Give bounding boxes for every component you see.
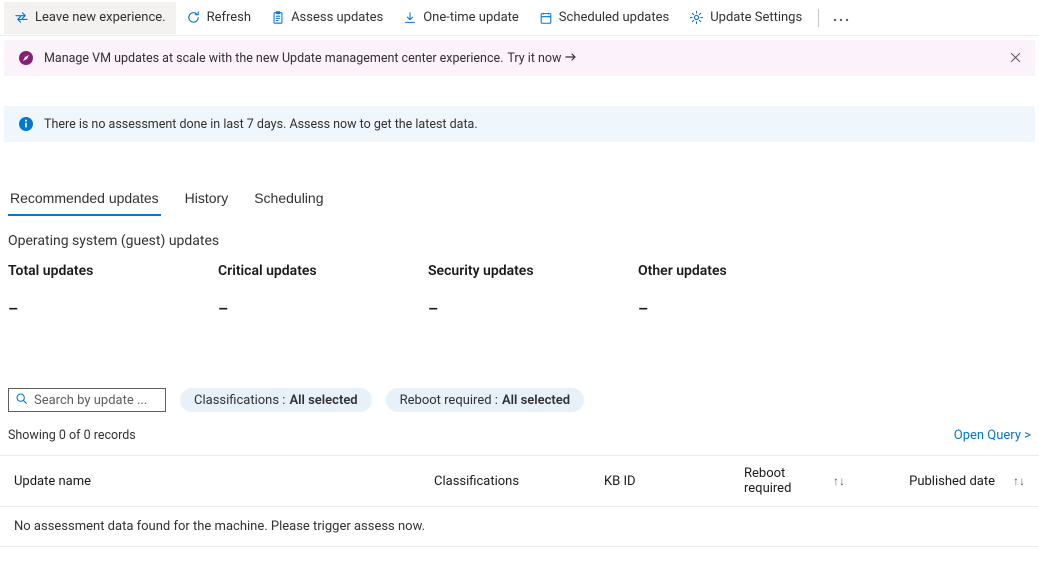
reboot-filter-label: Reboot required : [400, 393, 498, 408]
stat-total: Total updates – [8, 263, 218, 318]
settings-label: Update Settings [710, 10, 802, 25]
search-box[interactable] [8, 388, 166, 412]
clipboard-icon [271, 10, 285, 25]
gear-icon [689, 10, 704, 25]
reboot-filter[interactable]: Reboot required : All selected [386, 388, 584, 412]
close-icon [1010, 51, 1021, 66]
promo-banner: Manage VM updates at scale with the new … [4, 40, 1035, 76]
info-text: There is no assessment done in last 7 da… [44, 117, 478, 132]
classifications-filter-value: All selected [289, 393, 357, 408]
one-time-update-button[interactable]: One-time update [393, 2, 529, 34]
promo-cta-label: Try it now [507, 51, 561, 66]
stat-critical: Critical updates – [218, 263, 428, 318]
col-classifications[interactable]: Classifications [434, 474, 604, 489]
info-banner: There is no assessment done in last 7 da… [4, 106, 1035, 142]
tab-scheduling[interactable]: Scheduling [252, 182, 325, 216]
search-input[interactable] [34, 393, 154, 408]
section-title: Operating system (guest) updates [0, 217, 1039, 263]
more-button[interactable] [825, 2, 857, 34]
reboot-filter-value: All selected [502, 393, 570, 408]
tabs: Recommended updates History Scheduling [0, 182, 1039, 217]
ellipsis-icon [833, 10, 849, 25]
refresh-icon [186, 10, 201, 25]
stat-security-label: Security updates [428, 263, 638, 279]
download-icon [403, 11, 417, 25]
assess-label: Assess updates [291, 10, 383, 25]
stat-critical-label: Critical updates [218, 263, 428, 279]
swap-icon [14, 10, 29, 25]
stat-total-value: – [8, 299, 218, 318]
onetime-label: One-time update [423, 10, 519, 25]
calendar-icon [539, 11, 553, 25]
records-status-row: Showing 0 of 0 records Open Query > [0, 412, 1039, 449]
tab-history[interactable]: History [183, 182, 231, 216]
stat-other-label: Other updates [638, 263, 848, 279]
updates-grid: Update name Classifications KB ID Reboot… [0, 455, 1039, 547]
col-reboot-required[interactable]: Reboot required ↑↓ [744, 466, 845, 496]
sort-icon: ↑↓ [833, 474, 845, 488]
filter-row: Classifications : All selected Reboot re… [0, 388, 1039, 412]
col-update-name[interactable]: Update name [14, 474, 434, 489]
compass-icon [18, 50, 34, 66]
records-count: Showing 0 of 0 records [8, 428, 136, 443]
stat-total-label: Total updates [8, 263, 218, 279]
col-kb-id[interactable]: KB ID [604, 474, 744, 489]
stat-other: Other updates – [638, 263, 848, 318]
update-settings-button[interactable]: Update Settings [679, 2, 812, 34]
leave-experience-button[interactable]: Leave new experience. [4, 2, 176, 34]
sort-icon: ↑↓ [1013, 474, 1025, 488]
assess-updates-button[interactable]: Assess updates [261, 2, 393, 34]
tab-recommended[interactable]: Recommended updates [8, 182, 161, 216]
stat-other-value: – [638, 299, 848, 318]
grid-empty-message: No assessment data found for the machine… [0, 507, 1039, 547]
command-bar: Leave new experience. Refresh Assess upd… [0, 0, 1039, 36]
classifications-filter[interactable]: Classifications : All selected [180, 388, 372, 412]
update-stats: Total updates – Critical updates – Secur… [0, 263, 1039, 318]
scheduled-label: Scheduled updates [559, 10, 669, 25]
scheduled-updates-button[interactable]: Scheduled updates [529, 2, 679, 34]
col-published-sort[interactable]: ↑↓ [995, 474, 1025, 488]
leave-label: Leave new experience. [35, 10, 166, 25]
close-promo-button[interactable] [1003, 46, 1027, 70]
stat-security-value: – [428, 299, 638, 318]
toolbar-separator [818, 9, 819, 27]
info-icon [18, 116, 34, 132]
classifications-filter-label: Classifications : [194, 393, 285, 408]
stat-security: Security updates – [428, 263, 638, 318]
search-icon [15, 392, 28, 409]
stat-critical-value: – [218, 299, 428, 318]
col-published-date[interactable]: Published date [845, 474, 995, 489]
open-query-link[interactable]: Open Query > [954, 428, 1031, 443]
try-it-now-link[interactable]: Try it now [507, 51, 577, 66]
refresh-button[interactable]: Refresh [176, 2, 261, 34]
refresh-label: Refresh [207, 10, 251, 25]
promo-text: Manage VM updates at scale with the new … [44, 51, 503, 66]
arrow-right-icon [565, 51, 577, 66]
grid-header: Update name Classifications KB ID Reboot… [0, 456, 1039, 507]
